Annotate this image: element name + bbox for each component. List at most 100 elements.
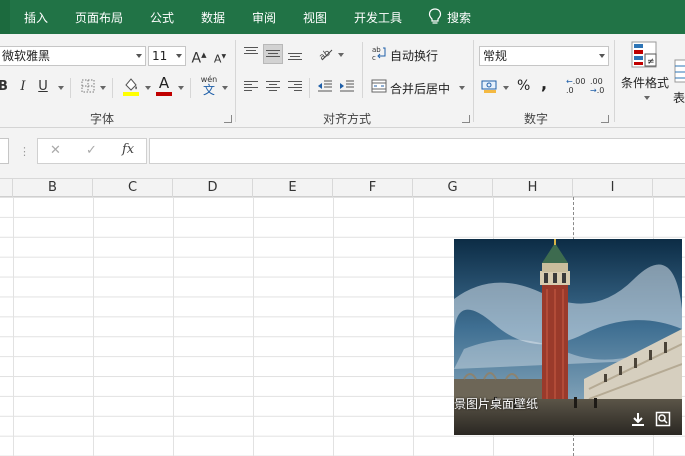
tab-developer[interactable]: 开发工具 (354, 9, 402, 26)
decrease-decimal-button[interactable]: .00 →.0 (590, 77, 610, 97)
column-header[interactable]: C (93, 179, 173, 197)
align-center-icon[interactable] (266, 81, 280, 93)
shrink-font-caret: ▼ (221, 53, 227, 60)
arrow-right-icon: → (590, 86, 597, 95)
chevron-down-icon[interactable] (145, 86, 151, 90)
merge-center-button[interactable]: 合并后居中 (390, 80, 450, 97)
align-left-icon[interactable] (244, 81, 258, 93)
font-dialog-launcher-icon[interactable] (224, 115, 232, 123)
column-header[interactable]: G (413, 179, 493, 197)
download-icon[interactable] (630, 411, 646, 427)
increase-decimal-button[interactable]: ←.00.0 (566, 77, 586, 97)
column-header[interactable]: F (333, 179, 413, 197)
wrap-text-button[interactable]: 自动换行 (390, 47, 438, 64)
italic-button[interactable]: I (18, 76, 28, 98)
chevron-down-icon[interactable] (599, 54, 605, 58)
chevron-down-icon[interactable] (58, 86, 64, 90)
lightbulb-icon[interactable] (428, 8, 442, 26)
shrink-font-button[interactable]: A▼ (213, 46, 227, 68)
decrease-decimal-zero: .0 (596, 86, 605, 95)
formula-bar-grip[interactable]: ⋮ (19, 145, 30, 158)
phonetic-button[interactable]: wén 文 (199, 75, 219, 99)
font-color-button[interactable]: A (156, 72, 172, 94)
phonetic-glyph: 文 (202, 83, 215, 97)
tab-insert[interactable]: 插入 (24, 9, 48, 26)
underline-button[interactable]: U (37, 76, 49, 98)
svg-text:ab: ab (318, 48, 333, 62)
decrease-decimal-label: .00 (590, 77, 603, 86)
grid-line (13, 197, 14, 456)
conditional-format-button[interactable]: 条件格式 (621, 74, 669, 91)
align-top-icon[interactable] (244, 47, 258, 59)
zoom-icon[interactable] (655, 411, 671, 427)
border-icon[interactable] (81, 79, 95, 93)
chevron-down-icon[interactable] (503, 86, 509, 90)
fill-color-icon[interactable] (122, 76, 140, 96)
grid-line (333, 197, 334, 456)
percent-button[interactable]: % (517, 78, 530, 94)
decrease-indent-icon[interactable] (317, 79, 333, 93)
tab-home-edge[interactable] (0, 0, 10, 34)
alignment-dialog-launcher-icon[interactable] (462, 115, 470, 123)
search-label[interactable]: 搜索 (447, 9, 471, 26)
tab-review[interactable]: 审阅 (252, 9, 276, 26)
column-header-a[interactable] (0, 179, 13, 197)
align-middle-icon[interactable] (266, 50, 280, 62)
chevron-down-icon[interactable] (100, 86, 106, 90)
insert-function-icon[interactable]: fx (122, 142, 134, 157)
align-bottom-icon[interactable] (288, 53, 302, 65)
font-group-label: 字体 (90, 112, 115, 126)
column-header[interactable]: D (173, 179, 253, 197)
number-format-combo[interactable]: 常规 (479, 46, 609, 66)
font-size-combo[interactable]: 11 (148, 46, 186, 66)
chevron-down-icon[interactable] (136, 54, 142, 58)
tab-page-layout[interactable]: 页面布局 (75, 9, 123, 26)
divider (362, 42, 363, 98)
svg-text:≠: ≠ (647, 57, 655, 67)
excel-window: 插入 页面布局 公式 数据 审阅 视图 开发工具 搜索 微软雅黑 11 A▲ A… (0, 0, 685, 456)
conditional-format-icon[interactable]: ≠ (630, 41, 660, 69)
column-headers: B C D E F G H I (0, 178, 685, 197)
font-color-bar (156, 92, 172, 96)
chevron-down-icon[interactable] (176, 54, 182, 58)
format-as-table-label[interactable]: 表 (673, 89, 685, 106)
number-dialog-launcher-icon[interactable] (601, 115, 609, 123)
chevron-down-icon[interactable] (338, 53, 344, 57)
svg-text:ab: ab (372, 46, 381, 54)
name-box[interactable] (0, 138, 9, 164)
inserted-picture[interactable]: 景图片桌面壁纸 (454, 239, 682, 435)
grow-font-button[interactable]: A▲ (191, 44, 207, 67)
divider (309, 78, 310, 98)
grid-line (173, 197, 174, 456)
chevron-down-icon[interactable] (459, 86, 465, 90)
chevron-down-icon[interactable] (644, 96, 650, 100)
merge-center-icon[interactable] (371, 79, 387, 93)
wrap-text-icon[interactable]: ab c (371, 45, 387, 61)
formula-input[interactable] (149, 138, 685, 164)
tab-formulas[interactable]: 公式 (150, 9, 174, 26)
chevron-down-icon[interactable] (178, 86, 184, 90)
formula-buttons: ✕ ✓ fx (37, 138, 147, 164)
ribbon: 微软雅黑 11 A▲ A▼ B I U A wén 文 字体 ab ab c 自… (0, 34, 685, 128)
divider (70, 78, 71, 98)
column-header[interactable]: B (13, 179, 93, 197)
divider (190, 78, 191, 98)
group-separator (473, 40, 474, 122)
column-header[interactable]: I (573, 179, 653, 197)
bold-button[interactable]: B (0, 76, 8, 98)
format-as-table-icon[interactable] (674, 56, 685, 86)
chevron-down-icon[interactable] (222, 86, 228, 90)
increase-indent-icon[interactable] (339, 79, 355, 93)
enter-icon[interactable]: ✓ (86, 143, 97, 158)
currency-icon[interactable] (481, 78, 499, 94)
font-family-combo[interactable]: 微软雅黑 (0, 46, 146, 66)
comma-button[interactable]: , (541, 74, 547, 93)
align-right-icon[interactable] (288, 81, 302, 93)
column-header-j[interactable] (653, 179, 685, 197)
tab-data[interactable]: 数据 (201, 9, 225, 26)
tab-view[interactable]: 视图 (303, 9, 327, 26)
column-header[interactable]: E (253, 179, 333, 197)
column-header[interactable]: H (493, 179, 573, 197)
orientation-icon[interactable]: ab (318, 46, 334, 62)
cancel-icon[interactable]: ✕ (50, 143, 61, 158)
